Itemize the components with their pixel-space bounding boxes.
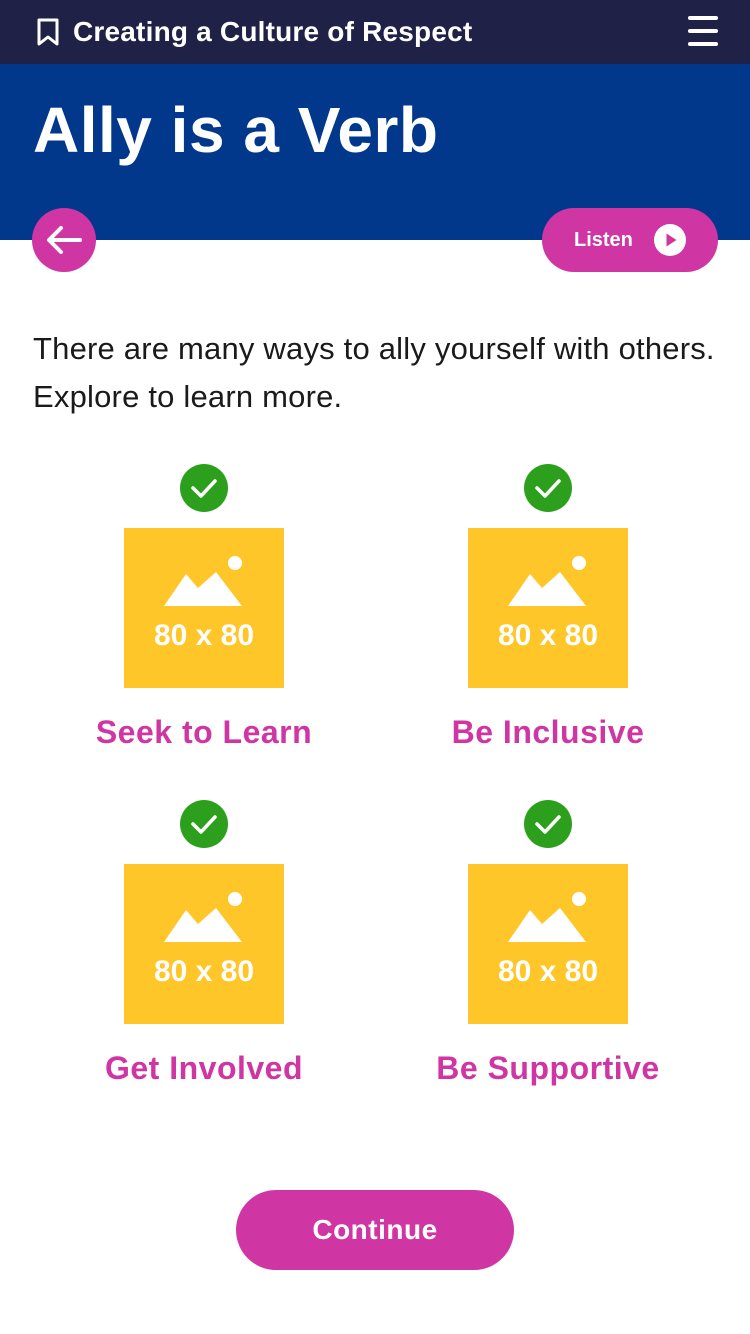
image-size-label: 80 x 80	[153, 955, 255, 988]
tile-label[interactable]: Seek to Learn	[32, 712, 376, 752]
checkmark-icon	[191, 815, 217, 834]
image-placeholder: 80 x 80	[124, 864, 284, 1024]
topic-tile-get-involved[interactable]: 80 x 80 Get Involved	[32, 800, 376, 1100]
continue-button[interactable]: Continue	[236, 1190, 514, 1270]
image-placeholder: 80 x 80	[468, 864, 628, 1024]
tile-label[interactable]: Be Inclusive	[376, 712, 720, 752]
image-placeholder: 80 x 80	[124, 528, 284, 688]
completed-badge	[180, 464, 228, 512]
topic-tile-be-supportive[interactable]: 80 x 80 Be Supportive	[376, 800, 720, 1100]
checkmark-icon	[191, 479, 217, 498]
image-size-label: 80 x 80	[497, 955, 599, 988]
completed-badge	[524, 464, 572, 512]
completed-badge	[524, 800, 572, 848]
play-icon	[654, 224, 686, 256]
bookmark-icon[interactable]	[36, 18, 60, 46]
topic-tile-be-inclusive[interactable]: 80 x 80 Be Inclusive	[376, 464, 720, 764]
back-button[interactable]	[32, 208, 96, 272]
topic-tile-seek-to-learn[interactable]: 80 x 80 Seek to Learn	[32, 464, 376, 764]
image-icon	[508, 892, 586, 942]
page-title: Ally is a Verb	[33, 94, 439, 166]
image-size-label: 80 x 80	[497, 619, 599, 652]
image-icon	[164, 556, 242, 606]
listen-button[interactable]: Listen	[542, 208, 718, 272]
completed-badge	[180, 800, 228, 848]
intro-text: There are many ways to ally yourself wit…	[33, 331, 715, 414]
image-placeholder: 80 x 80	[468, 528, 628, 688]
course-title: Creating a Culture of Respect	[73, 16, 473, 47]
arrow-left-icon	[47, 226, 82, 254]
checkmark-icon	[535, 479, 561, 498]
checkmark-icon	[535, 815, 561, 834]
hamburger-menu-icon[interactable]	[686, 16, 720, 48]
image-icon	[508, 556, 586, 606]
tile-label[interactable]: Be Supportive	[376, 1048, 720, 1088]
tile-label[interactable]: Get Involved	[32, 1048, 376, 1088]
listen-label: Listen	[574, 229, 633, 251]
top-bar: Creating a Culture of Respect	[0, 0, 750, 64]
image-size-label: 80 x 80	[153, 619, 255, 652]
image-icon	[164, 892, 242, 942]
